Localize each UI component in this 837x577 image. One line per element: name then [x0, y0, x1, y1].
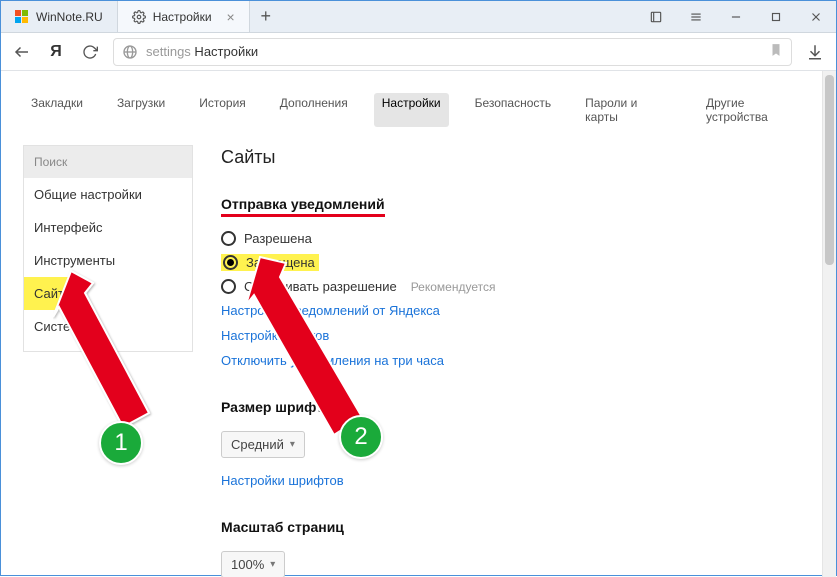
minimize-button[interactable] [716, 1, 756, 32]
radio-allowed[interactable]: Разрешена [221, 227, 816, 250]
link-font-settings[interactable]: Настройки шрифтов [221, 468, 816, 493]
zoom-select[interactable]: 100% ▾ [221, 551, 285, 577]
radio-label: Запрещена [246, 255, 315, 270]
new-tab-button[interactable]: + [250, 1, 282, 32]
nav-bookmarks[interactable]: Закладки [23, 93, 91, 127]
address-bar[interactable]: settings Настройки [113, 38, 792, 66]
link-yandex-notifications[interactable]: Настройки уведомлений от Яндекса [221, 298, 816, 323]
toolbar: Я settings Настройки [1, 33, 836, 71]
font-size-select[interactable]: Средний ▾ [221, 431, 305, 458]
menu-button[interactable] [676, 1, 716, 32]
sidebar-item-sites[interactable]: Сайты [24, 277, 83, 310]
tab-label: WinNote.RU [36, 10, 103, 24]
nav-devices[interactable]: Другие устройства [698, 93, 816, 127]
back-button[interactable] [11, 41, 33, 63]
scrollbar-thumb[interactable] [825, 75, 834, 265]
content: Закладки Загрузки История Дополнения Нас… [1, 71, 836, 577]
main-panel: Сайты Отправка уведомлений Разрешена Зап… [215, 145, 816, 577]
section-font-heading: Размер шрифта [221, 399, 816, 415]
maximize-button[interactable] [756, 1, 796, 32]
nav-settings[interactable]: Настройки [374, 93, 449, 127]
close-window-button[interactable] [796, 1, 836, 32]
tab-label: Настройки [153, 10, 212, 24]
window-controls [636, 1, 836, 32]
link-mute-3h[interactable]: Отключить уведомления на три часа [221, 348, 816, 373]
radio-ask[interactable]: Спрашивать разрешение Рекомендуется [221, 275, 816, 298]
download-button[interactable] [804, 41, 826, 63]
chevron-down-icon: ▾ [290, 439, 295, 450]
nav-passwords[interactable]: Пароли и карты [577, 93, 680, 127]
close-icon[interactable]: × [227, 9, 235, 25]
globe-icon [122, 44, 138, 60]
sidebar-item-tools[interactable]: Инструменты [24, 244, 192, 277]
sidebar-item-system[interactable]: Системные [24, 310, 192, 343]
search-input[interactable]: Поиск [24, 146, 192, 178]
section-zoom-heading: Масштаб страниц [221, 519, 816, 535]
reload-button[interactable] [79, 41, 101, 63]
radio-label: Разрешена [244, 231, 312, 246]
radio-icon [221, 279, 236, 294]
tab-winnote[interactable]: WinNote.RU [1, 1, 118, 32]
reader-button[interactable] [636, 1, 676, 32]
select-value: 100% [231, 557, 264, 572]
chevron-down-icon: ▾ [270, 559, 275, 570]
nav-addons[interactable]: Дополнения [272, 93, 356, 127]
gear-icon [132, 10, 146, 24]
top-nav: Закладки Загрузки История Дополнения Нас… [23, 71, 816, 145]
yandex-logo-icon[interactable]: Я [45, 41, 67, 63]
select-value: Средний [231, 437, 284, 452]
radio-hint: Рекомендуется [411, 280, 496, 294]
bookmark-icon[interactable] [769, 43, 783, 60]
ms-logo-icon [15, 10, 29, 24]
sidebar-item-general[interactable]: Общие настройки [24, 178, 192, 211]
radio-label: Спрашивать разрешение [244, 279, 397, 294]
sidebar: Поиск Общие настройки Интерфейс Инструме… [23, 145, 193, 352]
radio-icon [223, 255, 238, 270]
address-prefix: settings [146, 44, 191, 59]
nav-history[interactable]: История [191, 93, 254, 127]
radio-denied[interactable]: Запрещена [221, 250, 816, 275]
nav-security[interactable]: Безопасность [467, 93, 560, 127]
tab-settings[interactable]: Настройки × [118, 1, 250, 32]
link-site-settings[interactable]: Настройки сайтов [221, 323, 816, 348]
address-rest: Настройки [191, 44, 258, 59]
page-title: Сайты [221, 147, 816, 168]
titlebar: WinNote.RU Настройки × + [1, 1, 836, 33]
sidebar-item-interface[interactable]: Интерфейс [24, 211, 192, 244]
section-notifications-heading: Отправка уведомлений [221, 196, 385, 217]
nav-downloads[interactable]: Загрузки [109, 93, 173, 127]
radio-icon [221, 231, 236, 246]
scrollbar[interactable] [822, 71, 836, 577]
